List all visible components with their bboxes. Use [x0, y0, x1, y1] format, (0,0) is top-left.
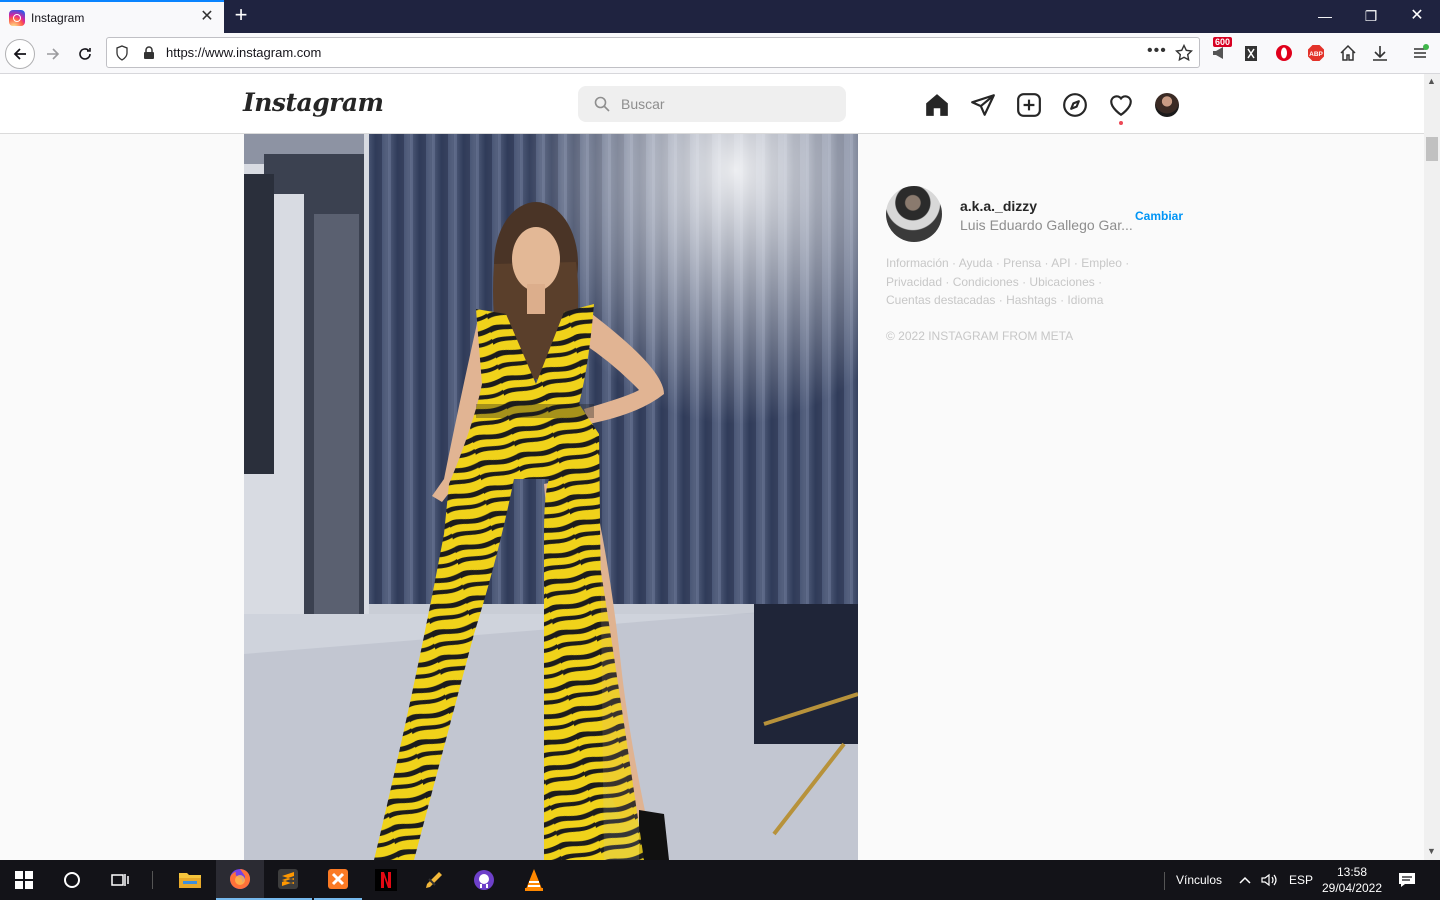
task-view-icon [111, 874, 129, 886]
vlc-button[interactable] [510, 860, 558, 900]
notifications-icon[interactable] [1398, 860, 1416, 900]
forward-arrow-icon [47, 48, 60, 60]
volume-icon[interactable] [1260, 860, 1278, 900]
instagram-logo[interactable]: Instagram [243, 88, 384, 117]
scroll-thumb[interactable] [1426, 137, 1438, 161]
post-image [244, 134, 858, 860]
tool-app-button[interactable] [410, 860, 458, 900]
extension-tower-icon[interactable] [1241, 43, 1261, 63]
minimize-button[interactable]: — [1302, 0, 1348, 33]
account-avatar[interactable] [886, 186, 942, 242]
scroll-down-icon[interactable]: ▼ [1427, 846, 1436, 856]
clock-date: 29/04/2022 [1321, 881, 1383, 895]
instagram-page: Instagram Buscar a.k.a._dizzy Luis Eduar… [0, 74, 1424, 860]
explore-icon[interactable] [1062, 92, 1088, 118]
folder-icon [179, 873, 201, 888]
firefox-button[interactable] [216, 860, 264, 900]
windows-taskbar: Vínculos ESP 13:58 29/04/2022 [0, 860, 1440, 900]
page-scrollbar[interactable]: ▲ ▼ [1424, 74, 1440, 860]
footer-line[interactable]: Información · Ayuda · Prensa · API · Emp… [886, 254, 1136, 273]
scroll-up-icon[interactable]: ▲ [1427, 76, 1436, 86]
browser-titlebar: Instagram ✕ + — ❐ ✕ [0, 0, 1440, 34]
adblock-plus-icon[interactable]: ABP [1306, 43, 1326, 63]
tab-title: Instagram [31, 11, 85, 25]
task-view-button[interactable] [96, 860, 144, 900]
close-tab-icon[interactable]: ✕ [198, 8, 216, 26]
clock[interactable]: 13:58 29/04/2022 [1320, 860, 1384, 900]
clock-time: 13:58 [1336, 865, 1368, 879]
instagram-favicon-icon [9, 10, 25, 26]
close-window-button[interactable]: ✕ [1394, 0, 1440, 33]
notification-dot [1119, 121, 1123, 125]
netflix-icon [375, 869, 397, 891]
language-indicator[interactable]: ESP [1289, 860, 1313, 900]
reload-button[interactable] [70, 39, 100, 69]
direct-messages-icon[interactable] [970, 92, 996, 118]
taskbar-separator [152, 871, 153, 889]
chevron-up-icon[interactable] [1238, 860, 1252, 900]
new-post-icon[interactable] [1016, 92, 1042, 118]
reload-icon [79, 48, 91, 60]
svg-text:ABP: ABP [1309, 51, 1323, 58]
app-menu-icon[interactable] [1410, 43, 1430, 63]
browser-toolbar: https://www.instagram.com ••• 600 ABP [0, 33, 1440, 74]
file-explorer-button[interactable] [166, 860, 214, 900]
address-bar[interactable]: https://www.instagram.com ••• [106, 37, 1200, 68]
back-button[interactable] [5, 39, 35, 69]
profile-avatar[interactable] [1155, 93, 1179, 117]
account-username[interactable]: a.k.a._dizzy [960, 198, 1037, 214]
cortana-icon [64, 872, 80, 888]
footer-line[interactable]: Privacidad · Condiciones · Ubicaciones · [886, 273, 1136, 292]
instagram-header: Instagram Buscar [0, 74, 1424, 134]
extension-megaphone-icon[interactable]: 600 [1210, 37, 1233, 63]
footer-line[interactable]: Cuentas destacadas · Hashtags · Idioma [886, 291, 1136, 310]
search-icon [594, 96, 610, 112]
netflix-button[interactable] [362, 860, 410, 900]
github-icon [474, 870, 494, 890]
xampp-button[interactable] [314, 860, 362, 900]
extension-badge: 600 [1213, 37, 1233, 47]
bookmark-star-icon[interactable] [1175, 44, 1193, 62]
sublime-icon [278, 869, 298, 889]
links-toolbar[interactable]: Vínculos [1176, 860, 1222, 900]
browser-tab[interactable]: Instagram ✕ [0, 0, 224, 34]
search-button[interactable] [48, 860, 96, 900]
new-tab-button[interactable]: + [229, 4, 253, 28]
opera-extension-icon[interactable] [1274, 43, 1294, 63]
account-fullname: Luis Eduardo Gallego Gar... [960, 217, 1133, 233]
home-icon[interactable] [1338, 43, 1358, 63]
sublime-text-button[interactable] [264, 860, 312, 900]
tracking-shield-icon[interactable] [115, 45, 129, 61]
firefox-icon [230, 868, 251, 889]
vlc-icon [525, 869, 543, 891]
forward-button[interactable] [38, 39, 68, 69]
page-actions-icon[interactable]: ••• [1147, 42, 1167, 60]
copyright: © 2022 INSTAGRAM FROM META [886, 329, 1074, 343]
post-photo[interactable] [244, 134, 858, 860]
footer-links: Información · Ayuda · Prensa · API · Emp… [886, 254, 1136, 310]
lock-icon[interactable] [143, 46, 155, 60]
switch-account-button[interactable]: Cambiar [1135, 209, 1183, 223]
home-icon[interactable] [924, 92, 950, 118]
back-arrow-icon [13, 48, 26, 60]
activity-heart-icon[interactable] [1108, 92, 1134, 118]
downloads-icon[interactable] [1370, 43, 1390, 63]
search-input[interactable]: Buscar [578, 86, 846, 122]
url-text[interactable]: https://www.instagram.com [166, 45, 321, 60]
restore-button[interactable]: ❐ [1348, 0, 1394, 33]
pencil-tool-icon [426, 872, 442, 888]
search-placeholder: Buscar [621, 96, 665, 112]
toolbar-separator [1164, 872, 1165, 890]
windows-logo-icon [15, 871, 33, 889]
xampp-icon [328, 869, 348, 889]
github-desktop-button[interactable] [460, 860, 508, 900]
start-button[interactable] [0, 860, 48, 900]
